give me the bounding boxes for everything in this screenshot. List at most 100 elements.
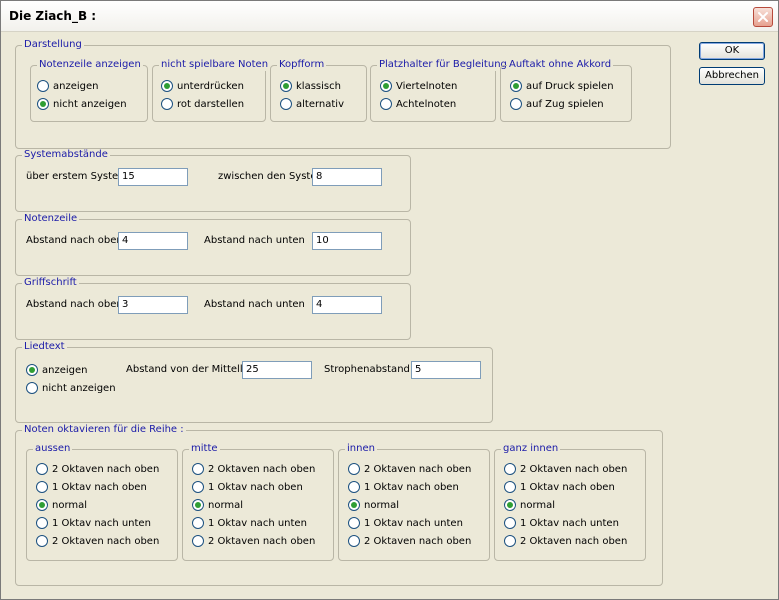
- radio-auf-zug[interactable]: auf Zug spielen: [510, 97, 604, 111]
- radio-ganz-innen-2-oben[interactable]: 2 Oktaven nach oben: [504, 462, 627, 476]
- input-abstand-mittellinie[interactable]: 25: [242, 361, 312, 379]
- close-button[interactable]: [753, 7, 773, 27]
- radio-viertelnoten[interactable]: Viertelnoten: [380, 79, 457, 93]
- radio-label: 1 Oktav nach unten: [520, 517, 619, 529]
- radio-innen-normal[interactable]: normal: [348, 498, 399, 512]
- radio-circle: [36, 481, 48, 493]
- radio-mitte-1-oben[interactable]: 1 Oktav nach oben: [192, 480, 303, 494]
- radio-label: anzeigen: [53, 80, 99, 92]
- group-systemabstaende: Systemabstände über erstem System 15 zwi…: [15, 149, 411, 212]
- radio-label: rot darstellen: [177, 98, 245, 110]
- radio-mitte-2-oben[interactable]: 2 Oktaven nach oben: [192, 462, 315, 476]
- radio-klassisch[interactable]: klassisch: [280, 79, 341, 93]
- radio-circle: [348, 517, 360, 529]
- radio-aussen-1-unten[interactable]: 1 Oktav nach unten: [36, 516, 151, 530]
- label-abstand-unten: Abstand nach unten: [204, 235, 305, 246]
- radio-liedtext-nicht-anzeigen[interactable]: nicht anzeigen: [26, 381, 116, 395]
- radio-label: 2 Oktaven nach oben: [52, 535, 160, 547]
- group-legend: Darstellung: [22, 39, 84, 51]
- radio-circle-checked: [280, 80, 292, 92]
- radio-circle-checked: [37, 98, 49, 110]
- radio-label: normal: [52, 499, 88, 511]
- radio-label: 1 Oktav nach unten: [364, 517, 463, 529]
- radio-label: 2 Oktaven nach oben: [364, 463, 472, 475]
- radio-circle-checked: [161, 80, 173, 92]
- radio-innen-1-unten[interactable]: 1 Oktav nach unten: [348, 516, 463, 530]
- group-legend: Platzhalter für Begleitung: [377, 59, 509, 71]
- radio-label: auf Druck spielen: [526, 80, 614, 92]
- radio-mitte-2-unten[interactable]: 2 Oktaven nach oben: [192, 534, 315, 548]
- radio-circle: [161, 98, 173, 110]
- radio-aussen-2-oben[interactable]: 2 Oktaven nach oben: [36, 462, 159, 476]
- radio-circle: [36, 535, 48, 547]
- input-griffschrift-abstand-oben[interactable]: 3: [118, 296, 188, 314]
- cancel-button[interactable]: Abbrechen: [699, 67, 765, 85]
- radio-label: 2 Oktaven nach oben: [208, 535, 316, 547]
- group-legend: Notenzeile anzeigen: [37, 59, 143, 71]
- window-title: Die Ziach_B :: [9, 9, 97, 23]
- group-liedtext: Liedtext anzeigen nicht anzeigen Abstand…: [15, 341, 493, 423]
- group-legend: mitte: [189, 443, 220, 455]
- radio-notenzeile-anzeigen[interactable]: anzeigen: [37, 79, 98, 93]
- radio-achtelnoten[interactable]: Achtelnoten: [380, 97, 456, 111]
- input-griffschrift-abstand-unten[interactable]: 4: [312, 296, 382, 314]
- title-bar: Die Ziach_B :: [1, 1, 778, 32]
- radio-label: 1 Oktav nach oben: [52, 481, 147, 493]
- radio-circle: [36, 463, 48, 475]
- radio-circle-checked: [504, 499, 516, 511]
- input-notenzeile-abstand-oben[interactable]: 4: [118, 232, 188, 250]
- group-auftakt: Auftakt ohne Akkord auf Druck spielen au…: [500, 59, 632, 122]
- group-oktavieren: Noten oktavieren für die Reihe : aussen …: [15, 424, 663, 586]
- input-ueber-erstem-system[interactable]: 15: [118, 168, 188, 186]
- radio-circle-checked: [192, 499, 204, 511]
- input-strophenabstand[interactable]: 5: [411, 361, 481, 379]
- label-strophenabstand: Strophenabstand: [324, 364, 410, 375]
- radio-label: normal: [520, 499, 556, 511]
- input-zwischen-den-systemen[interactable]: 8: [312, 168, 382, 186]
- group-legend: Noten oktavieren für die Reihe :: [22, 424, 186, 436]
- radio-label: 1 Oktav nach oben: [208, 481, 303, 493]
- group-legend: Systemabstände: [22, 149, 110, 161]
- radio-label: 2 Oktaven nach oben: [520, 535, 628, 547]
- close-icon: [758, 12, 768, 22]
- radio-label: nicht anzeigen: [53, 98, 127, 110]
- radio-circle: [280, 98, 292, 110]
- label-abstand-oben: Abstand nach oben: [26, 235, 123, 246]
- radio-aussen-normal[interactable]: normal: [36, 498, 87, 512]
- radio-liedtext-anzeigen[interactable]: anzeigen: [26, 363, 87, 377]
- radio-ganz-innen-2-unten[interactable]: 2 Oktaven nach oben: [504, 534, 627, 548]
- radio-unterdruecken[interactable]: unterdrücken: [161, 79, 244, 93]
- group-legend: Auftakt ohne Akkord: [507, 59, 614, 71]
- radio-aussen-2-unten[interactable]: 2 Oktaven nach oben: [36, 534, 159, 548]
- radio-circle-checked: [348, 499, 360, 511]
- group-notenzeile-anzeigen: Notenzeile anzeigen anzeigen nicht anzei…: [30, 59, 148, 122]
- radio-mitte-normal[interactable]: normal: [192, 498, 243, 512]
- radio-mitte-1-unten[interactable]: 1 Oktav nach unten: [192, 516, 307, 530]
- radio-aussen-1-oben[interactable]: 1 Oktav nach oben: [36, 480, 147, 494]
- radio-innen-1-oben[interactable]: 1 Oktav nach oben: [348, 480, 459, 494]
- radio-notenzeile-nicht-anzeigen[interactable]: nicht anzeigen: [37, 97, 127, 111]
- dialog-window: Die Ziach_B : OK Abbrechen Darstellung N…: [0, 0, 779, 600]
- radio-ganz-innen-1-unten[interactable]: 1 Oktav nach unten: [504, 516, 619, 530]
- radio-innen-2-oben[interactable]: 2 Oktaven nach oben: [348, 462, 471, 476]
- ok-button[interactable]: OK: [699, 42, 765, 60]
- group-notenzeile: Notenzeile Abstand nach oben 4 Abstand n…: [15, 213, 411, 276]
- radio-innen-2-unten[interactable]: 2 Oktaven nach oben: [348, 534, 471, 548]
- group-legend: ganz innen: [501, 443, 561, 455]
- radio-label: 1 Oktav nach unten: [208, 517, 307, 529]
- radio-label: normal: [364, 499, 400, 511]
- label-abstand-oben: Abstand nach oben: [26, 299, 123, 310]
- radio-label: 1 Oktav nach unten: [52, 517, 151, 529]
- radio-auf-druck[interactable]: auf Druck spielen: [510, 79, 614, 93]
- radio-circle: [26, 382, 38, 394]
- group-mitte: mitte 2 Oktaven nach oben 1 Oktav nach o…: [182, 443, 334, 561]
- radio-rot-darstellen[interactable]: rot darstellen: [161, 97, 244, 111]
- radio-circle-checked: [380, 80, 392, 92]
- radio-label: 1 Oktav nach oben: [364, 481, 459, 493]
- radio-ganz-innen-1-oben[interactable]: 1 Oktav nach oben: [504, 480, 615, 494]
- group-legend: Notenzeile: [22, 213, 80, 225]
- radio-alternativ[interactable]: alternativ: [280, 97, 344, 111]
- radio-ganz-innen-normal[interactable]: normal: [504, 498, 555, 512]
- radio-circle-checked: [510, 80, 522, 92]
- input-notenzeile-abstand-unten[interactable]: 10: [312, 232, 382, 250]
